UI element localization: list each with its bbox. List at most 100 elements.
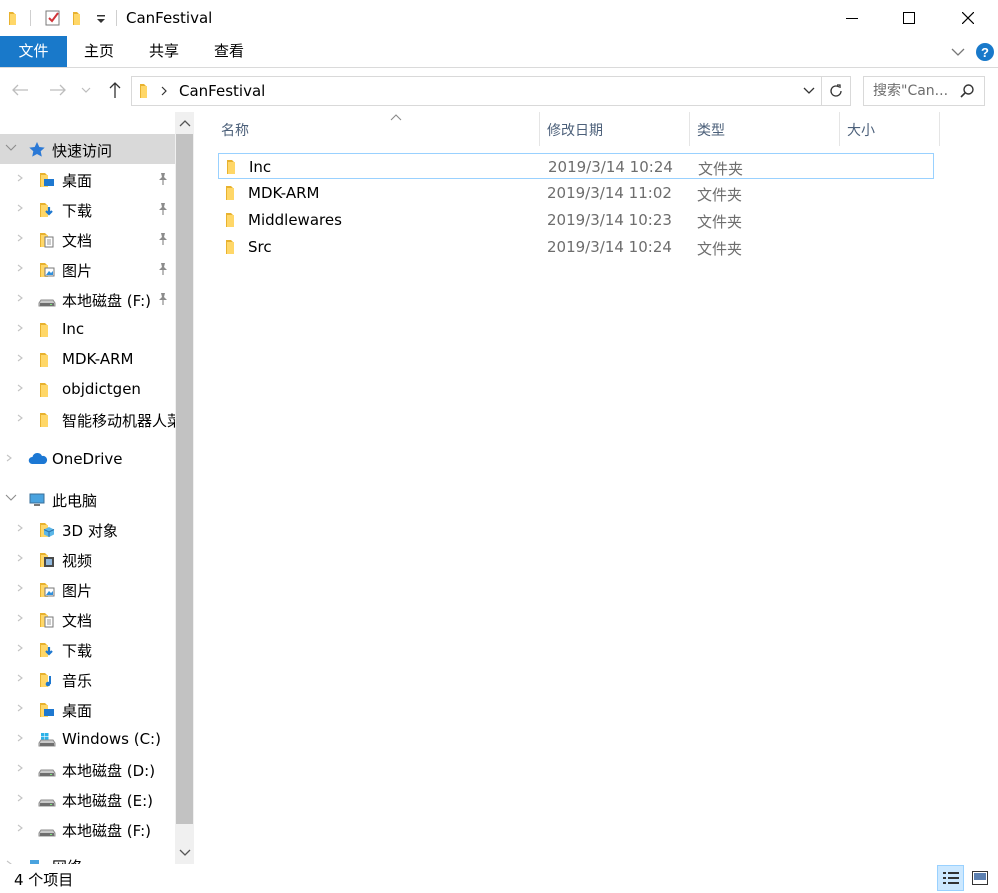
address-history-button[interactable] bbox=[798, 77, 820, 105]
up-button[interactable] bbox=[104, 79, 126, 101]
navigation-scrollbar[interactable] bbox=[175, 112, 194, 864]
table-row[interactable]: Src 2019/3/14 10:24 文件夹 bbox=[218, 234, 934, 260]
sidebar-item-windows-c[interactable]: Windows (C:) bbox=[0, 724, 175, 754]
collapsed-chevron-icon[interactable] bbox=[16, 552, 26, 564]
close-button[interactable] bbox=[938, 0, 998, 36]
documents-folder-icon bbox=[38, 611, 56, 628]
collapsed-chevron-icon[interactable] bbox=[16, 582, 26, 594]
expanded-chevron-icon[interactable] bbox=[5, 142, 17, 154]
collapsed-chevron-icon[interactable] bbox=[16, 792, 26, 804]
table-row[interactable]: Inc 2019/3/14 10:24 文件夹 bbox=[218, 153, 934, 179]
sidebar-item-objdictgen[interactable]: objdictgen bbox=[0, 374, 175, 404]
window-title: CanFestival bbox=[126, 9, 213, 27]
sidebar-item-label: 快速访问 bbox=[52, 142, 113, 160]
sidebar-item-图片[interactable]: 图片 bbox=[0, 574, 175, 604]
sidebar-item-本地磁盘-e[interactable]: 本地磁盘 (E:) bbox=[0, 784, 175, 814]
column-header-type[interactable]: 类型 bbox=[690, 112, 840, 146]
collapsed-chevron-icon[interactable] bbox=[16, 612, 26, 624]
file-name[interactable]: MDK-ARM bbox=[248, 184, 319, 202]
sidebar-item-本地磁盘-d[interactable]: 本地磁盘 (D:) bbox=[0, 754, 175, 784]
scroll-down-button[interactable] bbox=[175, 844, 194, 862]
sidebar-item-此电脑[interactable]: 此电脑 bbox=[0, 484, 175, 514]
folder-icon bbox=[224, 184, 242, 201]
sidebar-item-下载[interactable]: 下载 bbox=[0, 194, 175, 224]
column-header-date[interactable]: 修改日期 bbox=[540, 112, 690, 146]
sidebar-item-图片[interactable]: 图片 bbox=[0, 254, 175, 284]
address-path[interactable]: CanFestival bbox=[179, 82, 265, 100]
new-folder-icon[interactable] bbox=[70, 9, 88, 27]
scroll-up-button[interactable] bbox=[175, 114, 194, 132]
collapsed-chevron-icon[interactable] bbox=[16, 202, 26, 214]
collapsed-chevron-icon[interactable] bbox=[16, 262, 26, 274]
forward-button[interactable] bbox=[47, 79, 69, 101]
tab-share[interactable]: 共享 bbox=[140, 36, 188, 67]
status-bar: 4 个项目 bbox=[0, 864, 998, 893]
sidebar-item-文档[interactable]: 文档 bbox=[0, 604, 175, 634]
sidebar-item-智能移动机器人菜[interactable]: 智能移动机器人菜 bbox=[0, 404, 182, 434]
collapsed-chevron-icon[interactable] bbox=[16, 172, 26, 184]
expand-ribbon-icon[interactable] bbox=[946, 40, 970, 64]
sidebar-item-inc[interactable]: Inc bbox=[0, 314, 175, 344]
help-icon[interactable]: ? bbox=[973, 40, 997, 64]
sidebar-item-音乐[interactable]: 音乐 bbox=[0, 664, 175, 694]
sidebar-item-label: 图片 bbox=[62, 582, 93, 600]
sidebar-item-桌面[interactable]: 桌面 bbox=[0, 694, 175, 724]
sidebar-item-视频[interactable]: 视频 bbox=[0, 544, 175, 574]
sidebar-item-快速访问[interactable]: 快速访问 bbox=[0, 134, 175, 164]
tab-file[interactable]: 文件 bbox=[0, 36, 67, 67]
collapsed-chevron-icon[interactable] bbox=[16, 672, 26, 684]
maximize-button[interactable] bbox=[879, 0, 939, 36]
table-row[interactable]: MDK-ARM 2019/3/14 11:02 文件夹 bbox=[218, 180, 934, 206]
chevron-right-icon[interactable] bbox=[160, 85, 168, 97]
scrollbar-thumb[interactable] bbox=[176, 134, 193, 824]
collapsed-chevron-icon[interactable] bbox=[16, 412, 26, 424]
collapsed-chevron-icon[interactable] bbox=[16, 232, 26, 244]
column-divider[interactable] bbox=[939, 112, 940, 146]
customize-quick-access-icon[interactable] bbox=[94, 9, 112, 27]
collapsed-chevron-icon[interactable] bbox=[16, 292, 26, 304]
expanded-chevron-icon[interactable] bbox=[5, 492, 17, 504]
properties-icon[interactable] bbox=[44, 9, 62, 27]
collapsed-chevron-icon[interactable] bbox=[16, 822, 26, 834]
sidebar-item-本地磁盘-f[interactable]: 本地磁盘 (F:) bbox=[0, 284, 175, 314]
address-bar[interactable]: CanFestival bbox=[131, 76, 851, 106]
folder-icon bbox=[38, 321, 56, 338]
file-name[interactable]: Src bbox=[248, 238, 272, 256]
collapsed-chevron-icon[interactable] bbox=[16, 352, 26, 364]
search-box[interactable] bbox=[863, 76, 985, 106]
file-name[interactable]: Inc bbox=[249, 158, 271, 176]
recent-locations-button[interactable] bbox=[79, 79, 93, 101]
sidebar-item-本地磁盘-f[interactable]: 本地磁盘 (F:) bbox=[0, 814, 175, 844]
collapsed-chevron-icon[interactable] bbox=[16, 322, 26, 334]
table-row[interactable]: Middlewares 2019/3/14 10:23 文件夹 bbox=[218, 207, 934, 233]
collapsed-chevron-icon[interactable] bbox=[16, 762, 26, 774]
collapsed-chevron-icon[interactable] bbox=[16, 522, 26, 534]
column-header-name[interactable]: 名称 bbox=[214, 112, 540, 146]
large-icons-view-button[interactable] bbox=[966, 865, 993, 891]
pin-icon bbox=[156, 262, 170, 276]
sidebar-item-下载[interactable]: 下载 bbox=[0, 634, 175, 664]
tab-view[interactable]: 查看 bbox=[205, 36, 253, 67]
column-header-size[interactable]: 大小 bbox=[840, 112, 940, 146]
sidebar-item-mdk-arm[interactable]: MDK-ARM bbox=[0, 344, 175, 374]
collapsed-chevron-icon[interactable] bbox=[16, 732, 26, 744]
sidebar-item-3d-对象[interactable]: 3D 对象 bbox=[0, 514, 175, 544]
back-button[interactable] bbox=[9, 79, 31, 101]
collapsed-chevron-icon[interactable] bbox=[16, 382, 26, 394]
sidebar-item-文档[interactable]: 文档 bbox=[0, 224, 175, 254]
file-name[interactable]: Middlewares bbox=[248, 211, 342, 229]
refresh-button[interactable] bbox=[821, 77, 850, 105]
sidebar-item-网络[interactable]: 网络 bbox=[0, 850, 175, 864]
collapsed-chevron-icon[interactable] bbox=[5, 452, 15, 464]
sidebar-item-桌面[interactable]: 桌面 bbox=[0, 164, 175, 194]
folder-icon bbox=[224, 211, 242, 228]
search-input[interactable] bbox=[864, 77, 956, 105]
sidebar-item-onedrive[interactable]: OneDrive bbox=[0, 444, 175, 474]
minimize-button[interactable] bbox=[822, 0, 882, 36]
sidebar-item-label: 本地磁盘 (E:) bbox=[62, 792, 154, 810]
details-view-button[interactable] bbox=[937, 865, 964, 891]
collapsed-chevron-icon[interactable] bbox=[16, 642, 26, 654]
collapsed-chevron-icon[interactable] bbox=[16, 702, 26, 714]
search-icon[interactable] bbox=[959, 83, 975, 99]
tab-home[interactable]: 主页 bbox=[75, 36, 123, 67]
